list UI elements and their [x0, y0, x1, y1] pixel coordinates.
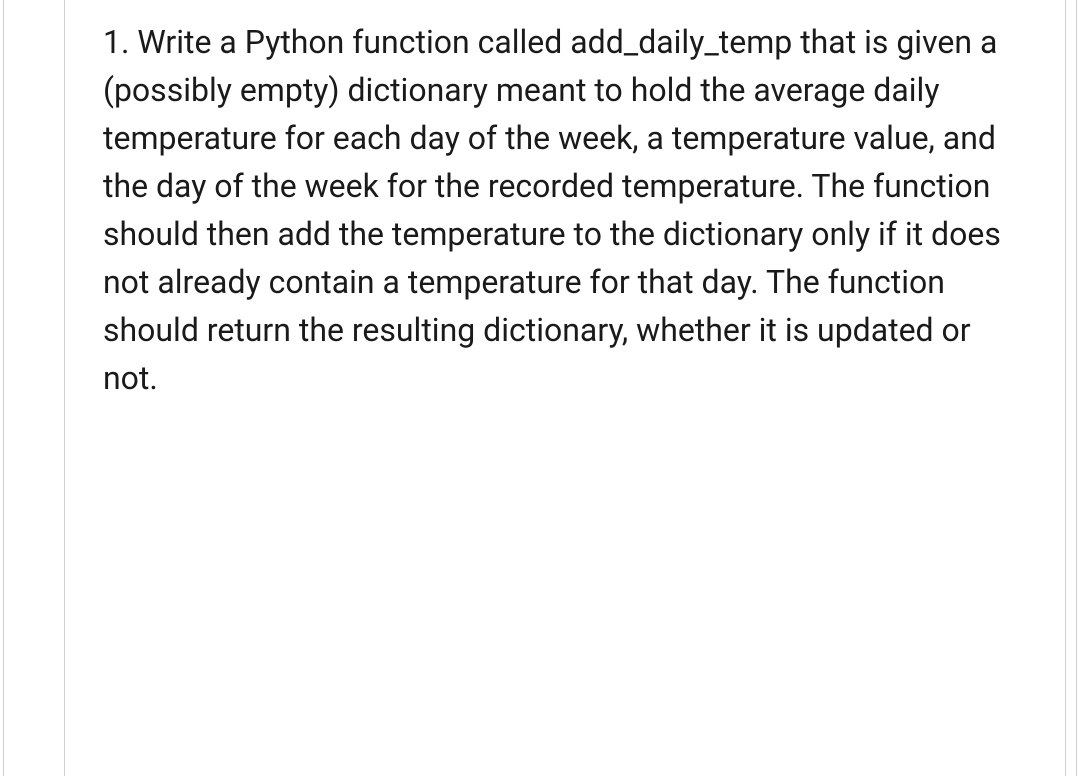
question-text: 1. Write a Python function called add_da… [103, 18, 1027, 402]
question-cell: 1. Write a Python function called add_da… [65, 0, 1065, 776]
table-border-left [3, 0, 4, 776]
table-border-right-outer [1076, 0, 1077, 776]
table-border-right-inner [1065, 0, 1066, 776]
